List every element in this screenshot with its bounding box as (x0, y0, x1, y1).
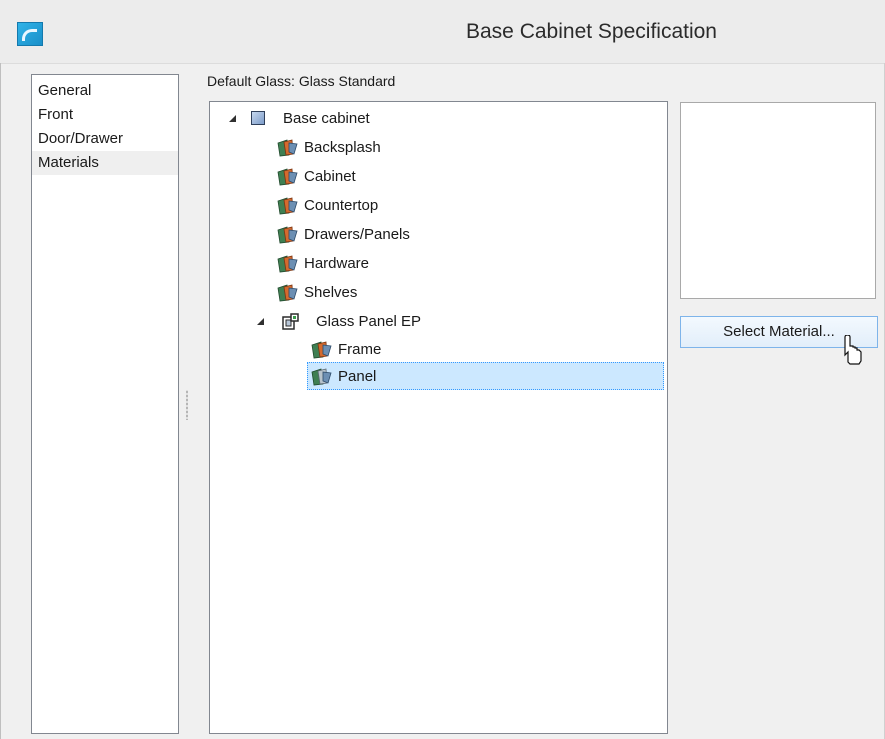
material-swatch-icon (277, 197, 298, 215)
material-swatch-icon (277, 139, 298, 157)
material-swatch-icon (277, 284, 298, 302)
material-preview (680, 102, 876, 299)
tree-node-label: Shelves (304, 284, 358, 301)
nav-item-door-drawer[interactable]: Door/Drawer (32, 127, 178, 151)
tree-node-panel[interactable]: Panel (210, 363, 665, 390)
tree-node-label: Glass Panel EP (316, 313, 422, 330)
window-title: Base Cabinet Specification (466, 20, 717, 43)
tree-node-shelves[interactable]: Shelves (210, 279, 665, 306)
cube-icon (251, 111, 265, 125)
material-swatch-icon (311, 368, 332, 386)
mouse-pointer-icon (844, 335, 862, 365)
default-glass-label: Default Glass: Glass Standard (207, 73, 396, 89)
tree-node-backsplash[interactable]: Backsplash (210, 134, 665, 161)
window-frame-left (0, 63, 1, 739)
tree-node-cabinet[interactable]: Cabinet (210, 163, 665, 190)
material-swatch-icon (277, 255, 298, 273)
category-list[interactable]: General Front Door/Drawer Materials (31, 74, 179, 734)
nav-item-materials[interactable]: Materials (32, 151, 178, 175)
tree-node-label: Frame (338, 341, 382, 358)
material-swatch-icon (277, 226, 298, 244)
splitter-grip[interactable] (186, 390, 188, 420)
material-swatch-icon (311, 341, 332, 359)
tree-node-glass-panel-ep[interactable]: Glass Panel EP (210, 308, 665, 335)
nav-item-general[interactable]: General (32, 79, 178, 103)
tree-node-label: Countertop (304, 197, 379, 214)
tree-node-label: Panel (338, 368, 377, 385)
title-bar: Base Cabinet Specification (0, 0, 885, 64)
app-logo-icon[interactable] (17, 22, 43, 46)
tree-node-label: Base cabinet (283, 110, 370, 127)
panel-group-icon (282, 313, 299, 330)
tree-node-label: Backsplash (304, 139, 381, 156)
tree-node-base-cabinet[interactable]: Base cabinet (210, 105, 665, 132)
tree-node-label: Cabinet (304, 168, 356, 185)
tree-node-hardware[interactable]: Hardware (210, 250, 665, 277)
tree-node-label: Drawers/Panels (304, 226, 410, 243)
expanded-arrow-icon[interactable] (257, 318, 264, 325)
nav-item-front[interactable]: Front (32, 103, 178, 127)
tree-node-countertop[interactable]: Countertop (210, 192, 665, 219)
tree-node-label: Hardware (304, 255, 370, 272)
tree-node-drawers-panels[interactable]: Drawers/Panels (210, 221, 665, 248)
material-swatch-icon (277, 168, 298, 186)
tree-node-frame[interactable]: Frame (210, 336, 665, 363)
materials-tree[interactable]: Base cabinet Backsplash Cabinet Countert… (209, 101, 668, 734)
expanded-arrow-icon[interactable] (229, 115, 236, 122)
